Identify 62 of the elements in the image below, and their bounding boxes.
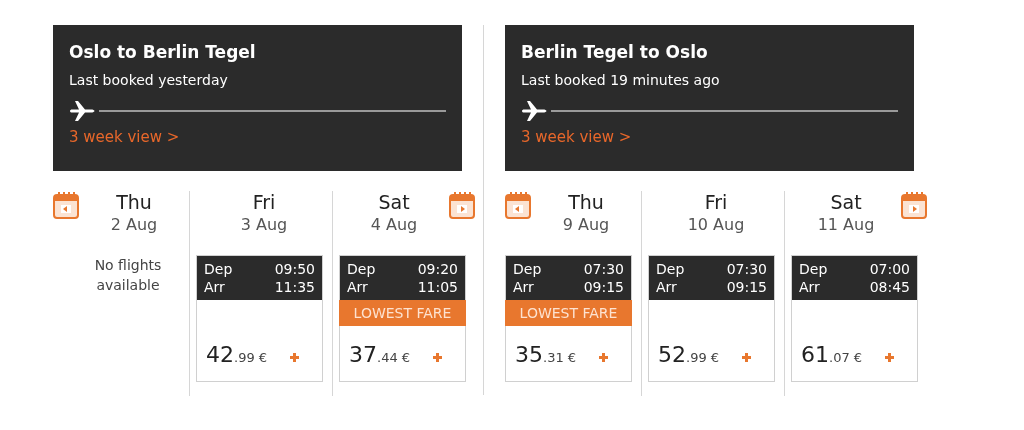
arr-time: 09:15 (726, 278, 767, 296)
arr-time: 11:35 (274, 278, 315, 296)
fare-card[interactable]: Dep 07:30 Arr 09:15 LOWEST FARE 35.31 € (505, 255, 632, 382)
dep-time: 09:20 (417, 260, 458, 278)
date-label: 9 Aug (562, 215, 610, 234)
three-week-view-link[interactable]: 3 week view > (69, 128, 180, 146)
weekday-label: Fri (252, 191, 276, 213)
dep-label: Dep (204, 260, 234, 278)
calendar-icon[interactable] (505, 191, 531, 219)
date-label: 3 Aug (240, 215, 288, 234)
weekday-label: Sat (830, 191, 862, 213)
price: 37.44 € (349, 342, 411, 367)
arr-label: Arr (799, 278, 821, 296)
weekday-label: Thu (568, 191, 604, 213)
airplane-icon (69, 100, 95, 122)
route-title: Oslo to Berlin Tegel (69, 42, 257, 62)
dep-time: 09:50 (274, 260, 315, 278)
arr-label: Arr (347, 278, 369, 296)
airplane-icon (521, 100, 547, 122)
last-booked-text: Last booked yesterday (69, 72, 229, 88)
arr-label: Arr (204, 278, 226, 296)
weekday-label: Sat (378, 191, 410, 213)
dep-time: 07:30 (726, 260, 767, 278)
date-label: 2 Aug (110, 215, 158, 234)
lowest-fare-badge: LOWEST FARE (339, 300, 466, 326)
weekday-label: Fri (704, 191, 728, 213)
arr-time: 08:45 (869, 278, 910, 296)
arr-time: 11:05 (417, 278, 458, 296)
dep-time: 07:00 (869, 260, 910, 278)
fare-card[interactable]: Dep 07:30 Arr 09:15 52.99 € (648, 255, 775, 382)
no-flights-message: No flights available (93, 256, 163, 295)
date-label: 10 Aug (687, 215, 745, 234)
plus-icon[interactable] (885, 353, 894, 362)
last-booked-text: Last booked 19 minutes ago (521, 72, 721, 88)
arr-time: 09:15 (583, 278, 624, 296)
date-label: 11 Aug (817, 215, 875, 234)
arr-label: Arr (513, 278, 535, 296)
price: 52.99 € (658, 342, 720, 367)
plus-icon[interactable] (290, 353, 299, 362)
dep-label: Dep (347, 260, 377, 278)
date-label: 4 Aug (370, 215, 418, 234)
dep-label: Dep (799, 260, 829, 278)
route-title: Berlin Tegel to Oslo (521, 42, 709, 62)
fare-card[interactable]: Dep 09:20 Arr 11:05 LOWEST FARE 37.44 € (339, 255, 466, 382)
weekday-label: Thu (116, 191, 152, 213)
price: 35.31 € (515, 342, 577, 367)
dep-label: Dep (513, 260, 543, 278)
price: 42.99 € (206, 342, 268, 367)
price: 61.07 € (801, 342, 863, 367)
calendar-icon[interactable] (53, 191, 79, 219)
arr-label: Arr (656, 278, 678, 296)
calendar-icon[interactable] (449, 191, 475, 219)
dep-label: Dep (656, 260, 686, 278)
plus-icon[interactable] (742, 353, 751, 362)
calendar-icon[interactable] (901, 191, 927, 219)
fare-card[interactable]: Dep 07:00 Arr 08:45 61.07 € (791, 255, 918, 382)
plus-icon[interactable] (433, 353, 442, 362)
lowest-fare-badge: LOWEST FARE (505, 300, 632, 326)
dep-time: 07:30 (583, 260, 624, 278)
fare-card[interactable]: Dep 09:50 Arr 11:35 42.99 € (196, 255, 323, 382)
three-week-view-link[interactable]: 3 week view > (521, 128, 632, 146)
plus-icon[interactable] (599, 353, 608, 362)
